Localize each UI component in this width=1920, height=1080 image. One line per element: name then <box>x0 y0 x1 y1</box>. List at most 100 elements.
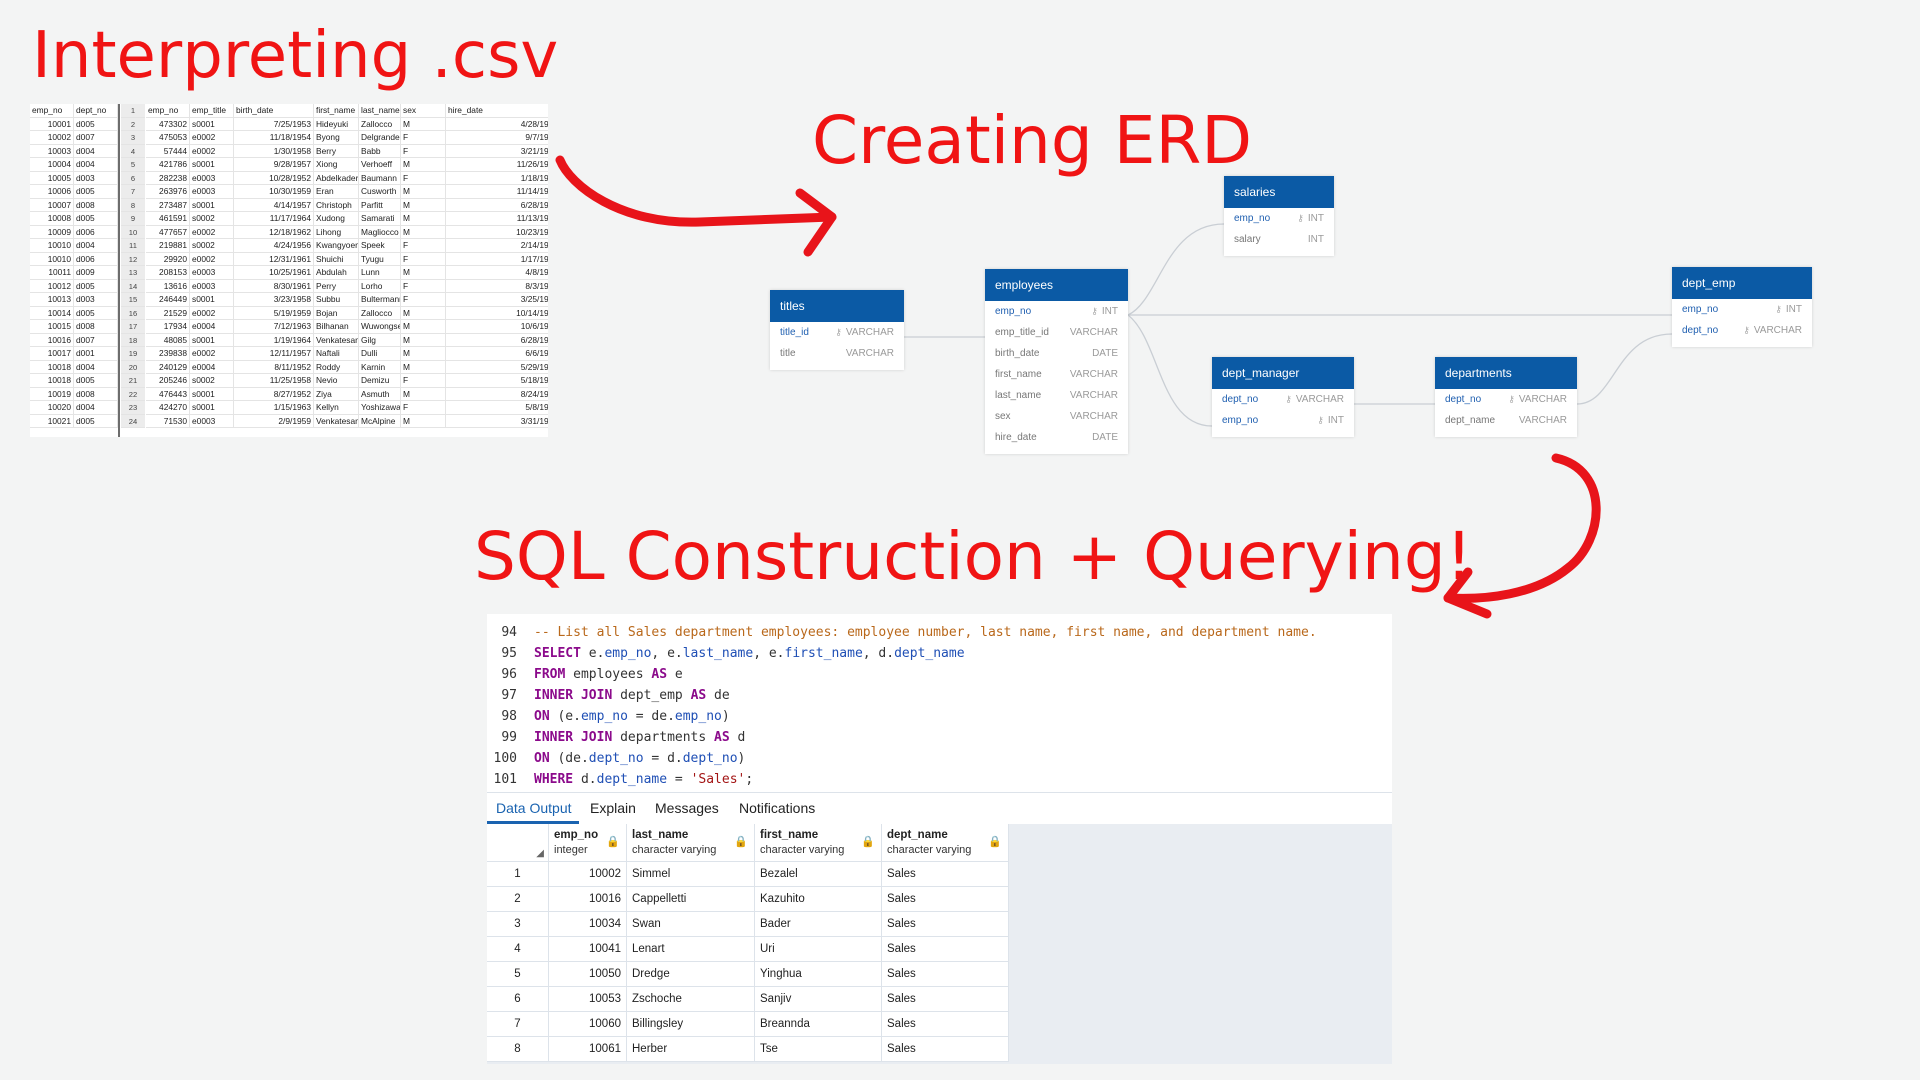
result-cell[interactable]: Sales <box>882 912 1009 937</box>
result-cell[interactable]: 10016 <box>549 887 627 912</box>
sql-string: 'Sales' <box>690 772 746 787</box>
result-row[interactable]: 7 10060 Billingsley Breannda Sales <box>487 1012 1009 1037</box>
erd-column-type-text: VARCHAR <box>1295 394 1344 405</box>
sql-keyword: ON <box>534 709 550 724</box>
erd-column-name: first_name <box>995 369 1042 380</box>
erd-column-type-text: INT <box>1785 304 1802 315</box>
result-cell[interactable]: 10060 <box>549 1012 627 1037</box>
result-cell[interactable]: Herber <box>627 1037 755 1062</box>
result-cell[interactable]: Swan <box>627 912 755 937</box>
column-header-last-name[interactable]: last_name character varying 🔒 <box>627 824 755 862</box>
result-cell[interactable]: 10053 <box>549 987 627 1012</box>
result-cell[interactable]: Sales <box>882 937 1009 962</box>
result-cell[interactable]: Sanjiv <box>755 987 882 1012</box>
key-icon: ⚷ <box>1743 325 1750 335</box>
result-cell[interactable]: Sales <box>882 987 1009 1012</box>
line-number: 98 <box>501 709 517 724</box>
result-cell[interactable]: 10002 <box>549 862 627 887</box>
sql-keyword: AS <box>714 730 730 745</box>
erd-column-first-name: first_name VARCHAR <box>985 364 1128 385</box>
result-row[interactable]: 3 10034 Swan Bader Sales <box>487 912 1009 937</box>
result-cell[interactable]: Cappelletti <box>627 887 755 912</box>
sql-identifier: dept_no <box>682 751 738 766</box>
result-cell[interactable]: 10034 <box>549 912 627 937</box>
erd-column-type: ⚷ VARCHAR <box>1285 389 1344 410</box>
erd-column-name: emp_no <box>1682 304 1719 315</box>
erd-column-type: ⚷ INT <box>1297 208 1324 229</box>
result-cell[interactable]: Lenart <box>627 937 755 962</box>
sql-identifier: dept_no <box>588 751 644 766</box>
erd-column-type-text: DATE <box>1092 348 1118 359</box>
result-row[interactable]: 1 10002 Simmel Bezalel Sales <box>487 862 1009 887</box>
result-cell[interactable]: Tse <box>755 1037 882 1062</box>
sql-text: employees <box>565 667 652 682</box>
erd-table-employees[interactable]: employees emp_no ⚷ INT emp_title_id VARCHAR bi… <box>985 269 1128 454</box>
tab-messages[interactable]: Messages <box>655 800 719 816</box>
result-cell[interactable]: Uri <box>755 937 882 962</box>
tab-explain[interactable]: Explain <box>590 800 636 816</box>
column-name: first_name <box>760 829 819 841</box>
code-line: WHERE d.dept_name = 'Sales'; <box>534 772 753 787</box>
result-cell[interactable]: 10041 <box>549 937 627 962</box>
result-cell[interactable]: Sales <box>882 887 1009 912</box>
row-number-cell: 4 <box>487 937 549 962</box>
erd-column-type-text: VARCHAR <box>1069 390 1118 401</box>
erd-table-dept-manager[interactable]: dept_manager dept_no ⚷ VARCHAR emp_no ⚷ INT <box>1212 357 1354 437</box>
code-line: -- List all Sales department employees: … <box>534 625 1317 640</box>
result-cell[interactable]: Bader <box>755 912 882 937</box>
erd-column-type: ⚷ VARCHAR <box>835 322 894 343</box>
result-cell[interactable]: Simmel <box>627 862 755 887</box>
result-cell[interactable]: Yinghua <box>755 962 882 987</box>
erd-table-titles[interactable]: titles title_id ⚷ VARCHAR title VARCHAR <box>770 290 904 370</box>
erd-table-salaries[interactable]: salaries emp_no ⚷ INT salary INT <box>1224 176 1334 256</box>
result-cell[interactable]: Sales <box>882 1012 1009 1037</box>
erd-table-departments[interactable]: departments dept_no ⚷ VARCHAR dept_name VARCH… <box>1435 357 1577 437</box>
result-row[interactable]: 6 10053 Zschoche Sanjiv Sales <box>487 987 1009 1012</box>
key-icon: ⚷ <box>1317 415 1324 425</box>
grid-corner-cell: ◢ <box>487 824 549 862</box>
erd-column-name: emp_no <box>1222 415 1259 426</box>
sql-text: e <box>667 667 683 682</box>
sql-keyword: WHERE <box>534 772 574 787</box>
erd-column-salary: salary INT <box>1224 229 1334 250</box>
tab-data-output[interactable]: Data Output <box>496 800 572 816</box>
erd-table-dept-emp[interactable]: dept_emp emp_no ⚷ INT dept_no ⚷ VARCHAR <box>1672 267 1812 347</box>
key-icon: ⚷ <box>1091 306 1098 316</box>
sql-editor[interactable]: 94 95 96 97 98 99 100 101 -- List all Sales dep… <box>487 614 1392 792</box>
erd-column-type-text: INT <box>1327 415 1344 426</box>
column-header-first-name[interactable]: first_name character varying 🔒 <box>755 824 882 862</box>
result-row[interactable]: 5 10050 Dredge Yinghua Sales <box>487 962 1009 987</box>
column-type: character varying <box>760 844 845 856</box>
line-number-gutter: 94 95 96 97 98 99 100 101 <box>487 614 529 792</box>
erd-column-type-text: VARCHAR <box>845 348 894 359</box>
key-icon: ⚷ <box>1297 213 1304 223</box>
result-cell[interactable]: Dredge <box>627 962 755 987</box>
tab-notifications[interactable]: Notifications <box>739 800 815 816</box>
result-cell[interactable]: Zschoche <box>627 987 755 1012</box>
result-row[interactable]: 2 10016 Cappelletti Kazuhito Sales <box>487 887 1009 912</box>
result-row[interactable]: 8 10061 Herber Tse Sales <box>487 1037 1009 1062</box>
result-cell[interactable]: Sales <box>882 1037 1009 1062</box>
column-type: character varying <box>887 844 972 856</box>
result-cell[interactable]: Kazuhito <box>755 887 882 912</box>
sql-text: (e. <box>549 709 581 724</box>
result-cell[interactable]: Bezalel <box>755 862 882 887</box>
line-number: 97 <box>501 688 517 703</box>
column-header-dept-name[interactable]: dept_name character varying 🔒 <box>882 824 1009 862</box>
sql-keyword: AS <box>651 667 668 682</box>
column-header-emp-no[interactable]: emp_no integer 🔒 <box>549 824 627 862</box>
result-cell[interactable]: 10050 <box>549 962 627 987</box>
erd-column-last-name: last_name VARCHAR <box>985 385 1128 406</box>
result-row[interactable]: 4 10041 Lenart Uri Sales <box>487 937 1009 962</box>
sql-text: ) <box>721 709 730 724</box>
result-cell[interactable]: Breannda <box>755 1012 882 1037</box>
column-type: character varying <box>632 844 717 856</box>
erd-column-dept-no: dept_no ⚷ VARCHAR <box>1435 389 1577 410</box>
result-cell[interactable]: Sales <box>882 862 1009 887</box>
result-cell[interactable]: Sales <box>882 962 1009 987</box>
result-cell[interactable]: Billingsley <box>627 1012 755 1037</box>
erd-column-dept-no: dept_no ⚷ VARCHAR <box>1212 389 1354 410</box>
result-cell[interactable]: 10061 <box>549 1037 627 1062</box>
erd-column-birth-date: birth_date DATE <box>985 343 1128 364</box>
erd-column-name: dept_no <box>1445 394 1482 405</box>
